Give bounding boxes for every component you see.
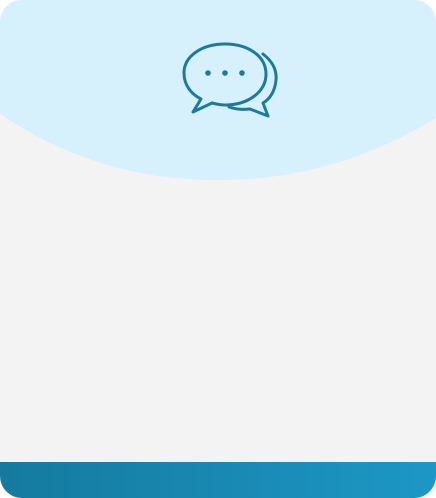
chat-card[interactable] <box>0 0 436 498</box>
card-footer-bar <box>0 462 436 498</box>
chat-bubbles-icon <box>180 36 280 118</box>
card-body <box>0 190 436 462</box>
